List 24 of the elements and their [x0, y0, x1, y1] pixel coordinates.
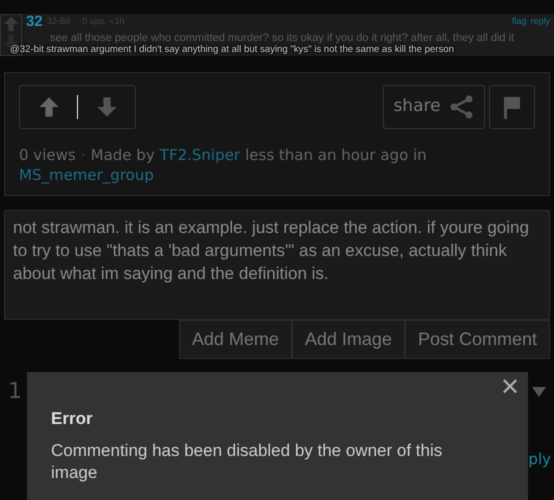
comment-action-button[interactable]: Add Image [292, 320, 405, 359]
caption-text: @32-bit strawman argument I didn't say anything at all but saying "kys" is not the same as kill the person [10, 44, 454, 57]
comment-link[interactable]: flag [512, 15, 526, 29]
comment-count: 1 [8, 378, 22, 406]
dialog-title: Error [51, 408, 94, 430]
view-count: 0 views [19, 146, 76, 164]
comment-action-button[interactable]: Add Meme [178, 320, 292, 359]
group-link[interactable]: MS_memer_group [19, 166, 154, 184]
comment-text: see all those people who committed murder? so its okay if you do it right? after all, they all did it [49, 31, 516, 45]
separator: · [80, 146, 86, 164]
flag-icon [502, 95, 522, 119]
share-button[interactable]: share [383, 85, 485, 129]
author-link[interactable]: TF2.Sniper [160, 146, 240, 164]
partial-reply-link[interactable]: ply [528, 448, 551, 470]
share-icon [448, 95, 475, 119]
avatar-logo: 32 [26, 14, 43, 30]
time-label: less than an hour ago in [245, 146, 427, 164]
made-by-label: Made by [90, 146, 155, 164]
comment-link[interactable]: reply [530, 15, 550, 29]
comment-action-button[interactable]: Post Comment [404, 320, 550, 359]
close-button[interactable]: ✕ [500, 376, 520, 400]
dialog-message: Commenting has been disabled by the owner of this image [51, 440, 444, 484]
flag-button[interactable] [489, 85, 535, 129]
comment-field[interactable]: not strawman. it is an example. just replace the action. if youre going to try to use "thats a 'bad arguments'" as an excuse, actually think about what im saying and the definition is. [4, 210, 550, 320]
